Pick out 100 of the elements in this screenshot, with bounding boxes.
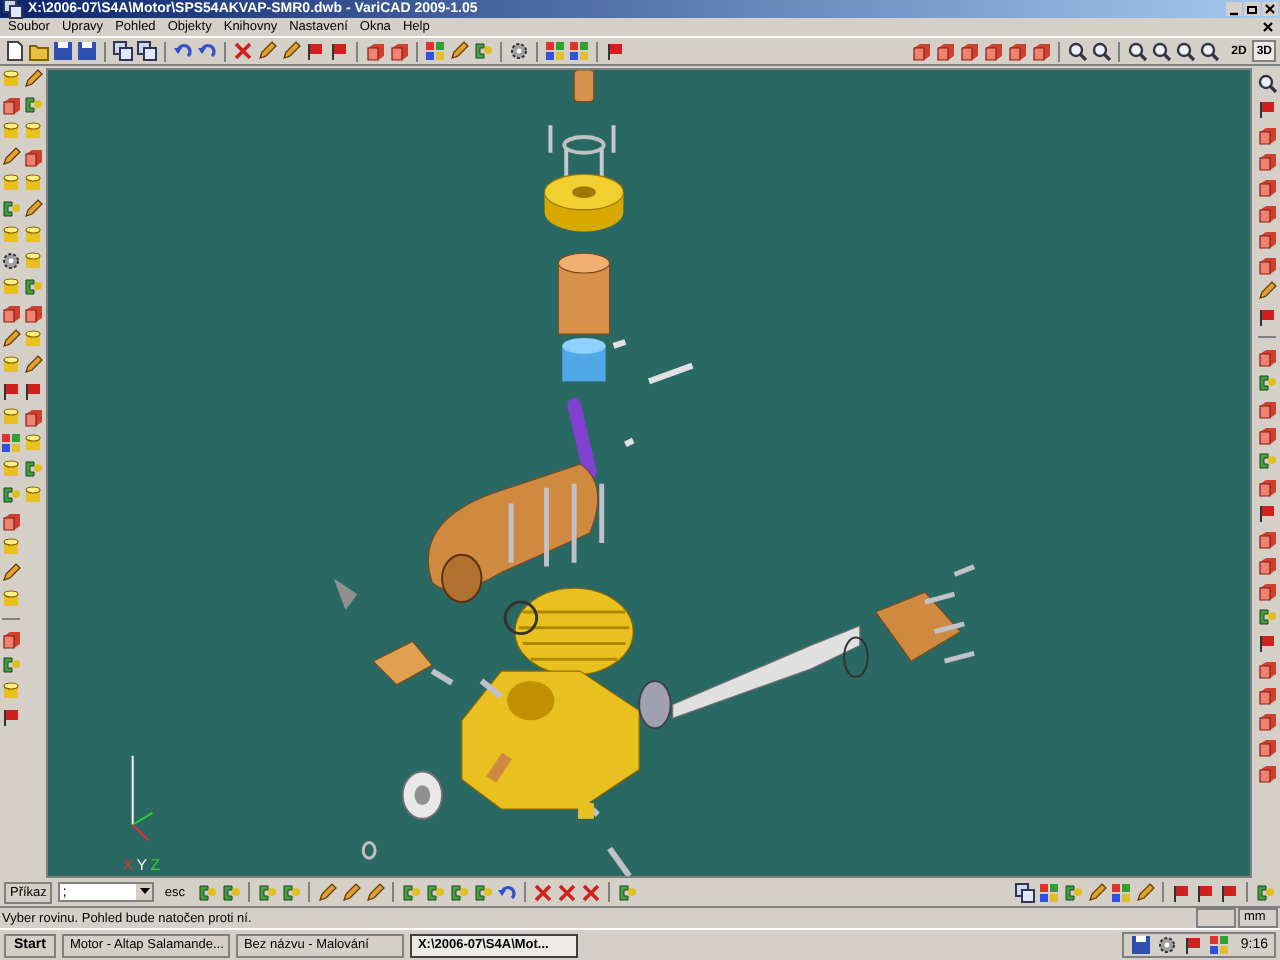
cube-icon[interactable] [1256,736,1278,758]
zoom-icon[interactable] [1149,40,1172,62]
cube-icon[interactable] [1005,40,1028,62]
zoom-icon[interactable] [1065,40,1088,62]
flag-icon[interactable] [1256,632,1278,654]
flag-icon[interactable] [1256,98,1278,120]
cross-icon[interactable] [579,881,602,903]
pencil-icon[interactable] [0,146,22,168]
flag-icon[interactable] [1256,502,1278,524]
cube-icon[interactable] [1256,346,1278,368]
cube-icon[interactable] [1256,476,1278,498]
pencil-icon[interactable] [0,328,22,350]
cylinder-icon[interactable] [0,458,22,480]
copy-icon[interactable] [136,40,158,62]
cylinder-icon[interactable] [0,172,22,194]
close-document-button[interactable] [1260,20,1276,34]
cylinder-icon[interactable] [0,354,22,376]
undo-icon[interactable] [495,881,518,903]
cylinder-icon[interactable] [0,406,22,428]
cube-icon[interactable] [1256,398,1278,420]
cube-icon[interactable] [364,40,386,62]
gear-icon[interactable] [1156,934,1179,956]
cylinder-icon[interactable] [22,328,44,350]
cube-icon[interactable] [22,302,44,324]
dropdown-arrow-icon[interactable] [136,884,153,900]
flag-icon[interactable] [604,40,626,62]
pencil-icon[interactable] [448,40,470,62]
3d-viewport[interactable]: X Y Z [46,68,1252,878]
cube-icon[interactable] [909,40,932,62]
cylinder-icon[interactable] [22,432,44,454]
cube-icon[interactable] [0,94,22,116]
cross-icon[interactable] [555,881,578,903]
cylinder-icon[interactable] [22,224,44,246]
pencil-icon[interactable] [256,40,278,62]
flag-icon[interactable] [1218,881,1240,903]
cube-icon[interactable] [1256,202,1278,224]
cube-icon[interactable] [0,510,22,532]
cube-icon[interactable] [0,302,22,324]
flag-icon[interactable] [1256,306,1278,328]
pencil-icon[interactable] [22,198,44,220]
cube-icon[interactable] [1256,228,1278,250]
flag-icon[interactable] [328,40,350,62]
flag-icon[interactable] [22,380,44,402]
cube-icon[interactable] [1256,254,1278,276]
cylinder-icon[interactable] [22,120,44,142]
cube-icon[interactable] [1256,528,1278,550]
cylinder-icon[interactable] [22,250,44,272]
pencil-icon[interactable] [22,68,44,90]
cylinder-icon[interactable] [0,536,22,558]
cube-icon[interactable] [22,146,44,168]
cube-icon[interactable] [1256,658,1278,680]
page-icon[interactable] [4,40,26,62]
pencil-icon[interactable] [280,40,302,62]
zoom-icon[interactable] [1125,40,1148,62]
cube-icon[interactable] [1256,684,1278,706]
flag-icon[interactable] [304,40,326,62]
zoom-icon[interactable] [1089,40,1112,62]
flag-icon[interactable] [0,706,22,728]
cube-icon[interactable] [22,406,44,428]
cube-icon[interactable] [1256,710,1278,732]
cube-icon[interactable] [1256,554,1278,576]
cube-icon[interactable] [1256,150,1278,172]
cylinder-icon[interactable] [0,120,22,142]
pencil-icon[interactable] [1256,280,1278,302]
cross-icon[interactable] [232,40,254,62]
close-button[interactable] [1262,2,1278,16]
pencil-icon[interactable] [0,562,22,584]
gear-icon[interactable] [508,40,530,62]
pencil-icon[interactable] [22,354,44,376]
cylinder-icon[interactable] [0,680,22,702]
restore-button[interactable] [1244,2,1260,16]
flag-icon[interactable] [1170,881,1192,903]
minimize-button[interactable] [1226,2,1242,16]
flag-icon[interactable] [1182,934,1205,956]
zoom-icon[interactable] [1256,72,1278,94]
cube-icon[interactable] [981,40,1004,62]
cylinder-icon[interactable] [22,172,44,194]
flag-icon[interactable] [1194,881,1216,903]
cube-icon[interactable] [0,628,22,650]
zoom-icon[interactable] [1173,40,1196,62]
cube-icon[interactable] [1256,424,1278,446]
undo-icon[interactable] [196,40,218,62]
copy-icon[interactable] [1014,881,1036,903]
cube-icon[interactable] [1029,40,1052,62]
cube-icon[interactable] [957,40,980,62]
undo-icon[interactable] [172,40,194,62]
folder-icon[interactable] [28,40,50,62]
cylinder-icon[interactable] [22,484,44,506]
cube-icon[interactable] [933,40,956,62]
cylinder-icon[interactable] [0,588,22,610]
flag-icon[interactable] [0,380,22,402]
cross-icon[interactable] [531,881,554,903]
gear-icon[interactable] [0,250,22,272]
zoom-icon[interactable] [1197,40,1220,62]
copy-icon[interactable] [112,40,134,62]
cube-icon[interactable] [1256,124,1278,146]
cylinder-icon[interactable] [0,224,22,246]
cylinder-icon[interactable] [0,68,22,90]
cube-icon[interactable] [1256,580,1278,602]
cylinder-icon[interactable] [0,276,22,298]
